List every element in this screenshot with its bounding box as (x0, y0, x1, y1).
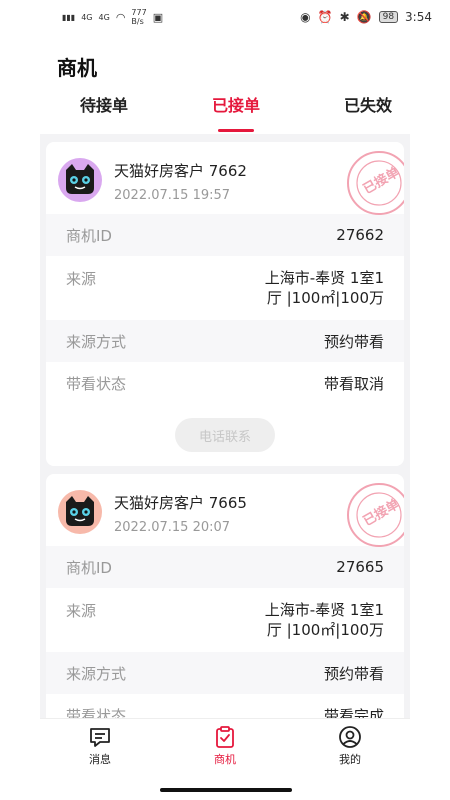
home-indicator[interactable] (160, 788, 292, 792)
avatar (58, 490, 102, 534)
user-icon (339, 726, 361, 748)
accepted-stamp: 已接单 (344, 480, 404, 550)
net-speed-value: 777 (131, 8, 147, 17)
row-viewing-status: 带看状态 带看完成 (46, 694, 404, 719)
status-bar: ▮▮▮ 4G 4G ◠ 777 B/s ▣ ◉ ⏰ ✱ 🔕 98 3:54 (0, 0, 450, 34)
clock: 3:54 (405, 10, 432, 24)
row-value: 预约带看 (323, 332, 384, 351)
signal-label-2: 4G (98, 12, 110, 22)
row-label: 商机ID (66, 558, 112, 577)
row-source: 来源 上海市-奉贤 1室1 厅 |100㎡|100万 (46, 256, 404, 320)
signal-label-1: 4G (81, 12, 93, 22)
nav-messages[interactable]: 消息 (88, 725, 112, 772)
source-line-1: 上海市-奉贤 1室1 (264, 601, 384, 619)
image-icon: ▣ (152, 10, 164, 24)
tab-pending[interactable]: 待接单 (80, 90, 128, 130)
call-button[interactable]: 电话联系 (175, 418, 275, 452)
row-value: 上海市-奉贤 1室1 厅 |100㎡|100万 (265, 268, 384, 308)
nav-label: 我的 (339, 753, 361, 766)
row-label: 来源 (66, 270, 97, 288)
row-label: 来源方式 (66, 664, 127, 683)
tab-bar: 待接单 已接单 已失效 (40, 90, 410, 130)
row-source-method: 来源方式 预约带看 (46, 320, 404, 362)
page-title: 商机 (57, 56, 97, 80)
mute-icon: 🔕 (356, 10, 372, 24)
accepted-stamp: 已接单 (344, 148, 404, 218)
tmall-cat-icon (66, 164, 94, 194)
eye-icon: ◉ (300, 10, 311, 24)
signal-icon: ▮▮▮ (62, 12, 76, 22)
wifi-icon: ◠ (115, 10, 126, 24)
source-line-1: 上海市-奉贤 1室1 (264, 269, 384, 287)
customer-time: 2022.07.15 20:07 (114, 520, 231, 535)
opportunity-card[interactable]: 天猫好房客户 7665 2022.07.15 20:07 已接单 商机ID 27… (46, 474, 404, 718)
row-label: 带看状态 (66, 706, 127, 719)
customer-name: 天猫好房客户 7665 (114, 494, 247, 512)
bottom-nav: 消息 商机 我的 (40, 718, 410, 772)
tab-accepted[interactable]: 已接单 (212, 90, 260, 130)
row-id: 商机ID 27665 (46, 546, 404, 588)
row-value: 预约带看 (323, 664, 384, 683)
nav-label: 消息 (89, 753, 111, 766)
tmall-cat-icon (66, 496, 94, 526)
row-source: 来源 上海市-奉贤 1室1 厅 |100㎡|100万 (46, 588, 404, 652)
call-button-wrap: 电话联系 (46, 404, 404, 466)
opportunity-list[interactable]: 天猫好房客户 7662 2022.07.15 19:57 已接单 商机ID 27… (40, 134, 410, 718)
row-value: 27665 (336, 558, 384, 576)
status-bar-right: ◉ ⏰ ✱ 🔕 98 3:54 (300, 10, 432, 24)
net-speed-unit: B/s (131, 17, 144, 26)
opportunity-card[interactable]: 天猫好房客户 7662 2022.07.15 19:57 已接单 商机ID 27… (46, 142, 404, 466)
nav-label: 商机 (214, 753, 236, 766)
row-value: 带看完成 (323, 706, 384, 719)
tab-expired[interactable]: 已失效 (344, 90, 392, 130)
row-viewing-status: 带看状态 带看取消 (46, 362, 404, 404)
clipboard-check-icon (216, 726, 234, 748)
nav-profile[interactable]: 我的 (338, 725, 362, 772)
row-source-method: 来源方式 预约带看 (46, 652, 404, 694)
row-label: 带看状态 (66, 374, 127, 393)
customer-time: 2022.07.15 19:57 (114, 188, 231, 203)
row-label: 来源 (66, 602, 97, 620)
row-label: 商机ID (66, 226, 112, 245)
source-line-2: 厅 |100㎡|100万 (266, 621, 384, 639)
row-value: 27662 (336, 226, 384, 244)
row-id: 商机ID 27662 (46, 214, 404, 256)
alarm-icon: ⏰ (317, 10, 333, 24)
network-speed: 777 B/s (131, 8, 146, 26)
row-value: 带看取消 (323, 374, 384, 393)
card-header: 天猫好房客户 7665 2022.07.15 20:07 已接单 (46, 474, 404, 547)
row-label: 来源方式 (66, 332, 127, 351)
avatar (58, 158, 102, 202)
battery-icon: 98 (378, 11, 399, 23)
row-value: 上海市-奉贤 1室1 厅 |100㎡|100万 (265, 600, 384, 640)
message-icon (90, 728, 110, 747)
status-bar-left: ▮▮▮ 4G 4G ◠ 777 B/s ▣ (62, 8, 163, 26)
nav-opportunities[interactable]: 商机 (213, 725, 237, 772)
card-header: 天猫好房客户 7662 2022.07.15 19:57 已接单 (46, 142, 404, 215)
source-line-2: 厅 |100㎡|100万 (266, 289, 384, 307)
customer-name: 天猫好房客户 7662 (114, 162, 247, 180)
bluetooth-icon: ✱ (339, 10, 350, 24)
